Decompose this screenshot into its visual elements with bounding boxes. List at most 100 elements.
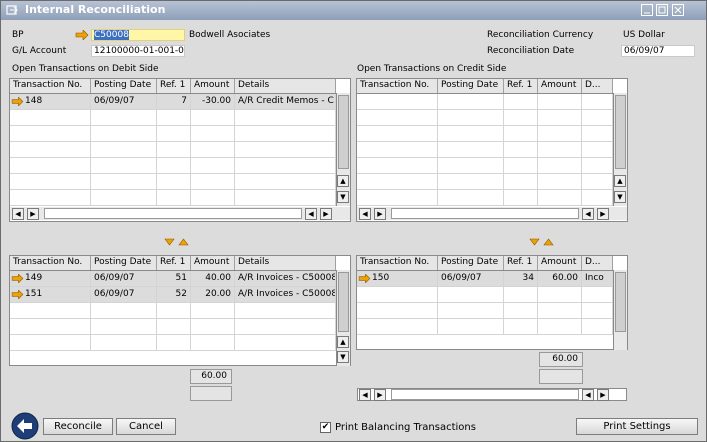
cell-details: A/R Invoices - C50008 bbox=[235, 271, 336, 286]
col-ref1[interactable]: Ref. 1 bbox=[504, 256, 538, 270]
table-row[interactable]: 148 06/09/07 7 -30.00 A/R Credit Memos -… bbox=[10, 94, 336, 110]
scroll-right-button[interactable]: ▶ bbox=[597, 208, 609, 220]
gl-account-field[interactable]: 12100000-01-001-01 bbox=[91, 45, 185, 57]
close-button[interactable] bbox=[672, 4, 684, 16]
scroll-right-button[interactable]: ▶ bbox=[27, 208, 39, 220]
col-details[interactable]: Details bbox=[235, 256, 336, 270]
row-arrow-icon bbox=[11, 290, 24, 299]
table-row[interactable]: 149 06/09/07 51 40.00 A/R Invoices - C50… bbox=[10, 271, 336, 287]
credit-side-title: Open Transactions on Credit Side bbox=[357, 64, 507, 74]
table-row[interactable] bbox=[357, 142, 613, 158]
table-row[interactable] bbox=[357, 303, 613, 319]
cell-details: A/R Invoices - C50008 bbox=[235, 287, 336, 302]
scroll-up-button[interactable]: ▲ bbox=[614, 175, 626, 187]
scroll-right-button[interactable]: ▶ bbox=[374, 389, 386, 401]
table-row[interactable] bbox=[357, 126, 613, 142]
col-posting-date[interactable]: Posting Date bbox=[91, 256, 157, 270]
scroll-left-button[interactable]: ◀ bbox=[12, 208, 24, 220]
table-row[interactable] bbox=[10, 110, 336, 126]
print-settings-button[interactable]: Print Settings bbox=[576, 418, 698, 435]
col-transaction-no[interactable]: Transaction No. bbox=[357, 256, 438, 270]
col-ref1[interactable]: Ref. 1 bbox=[504, 79, 538, 93]
debit-selected-vscrollbar[interactable]: ▲ ▼ bbox=[336, 270, 350, 366]
table-row[interactable] bbox=[10, 174, 336, 190]
credit-vertical-scrollbar[interactable]: ▲ ▼ bbox=[613, 93, 627, 206]
scroll-left-button[interactable]: ◀ bbox=[359, 389, 371, 401]
scroll-thumb[interactable] bbox=[391, 208, 579, 219]
table-row[interactable] bbox=[357, 158, 613, 174]
col-details[interactable]: D... bbox=[582, 256, 613, 270]
cell-ref1: 51 bbox=[157, 271, 191, 286]
scroll-down-button[interactable]: ▼ bbox=[337, 191, 349, 203]
minimize-button[interactable] bbox=[641, 4, 653, 16]
scroll-down-button[interactable]: ▼ bbox=[614, 191, 626, 203]
scroll-thumb[interactable] bbox=[338, 95, 349, 169]
credit-selected-hscrollbar[interactable]: ◀ ▶ ◀ ▶ bbox=[357, 388, 627, 401]
reconciliation-date-field[interactable]: 06/09/07 bbox=[621, 45, 695, 57]
scroll-right-button[interactable]: ▶ bbox=[374, 208, 386, 220]
col-amount[interactable]: Amount bbox=[191, 79, 235, 93]
table-row[interactable] bbox=[357, 110, 613, 126]
table-row[interactable] bbox=[10, 158, 336, 174]
scroll-left-button[interactable]: ◀ bbox=[582, 208, 594, 220]
scroll-thumb[interactable] bbox=[44, 208, 302, 219]
table-row[interactable] bbox=[10, 319, 336, 335]
scroll-up-button[interactable]: ▲ bbox=[337, 336, 349, 348]
debit-horizontal-scrollbar[interactable]: ◀ ▶ ◀ ▶ bbox=[10, 207, 350, 220]
table-row[interactable]: 150 06/09/07 34 60.00 Inco bbox=[357, 271, 613, 287]
move-arrows-debit[interactable] bbox=[164, 238, 190, 247]
scroll-left-button[interactable]: ◀ bbox=[582, 389, 594, 401]
col-details[interactable]: Details bbox=[235, 79, 336, 93]
col-posting-date[interactable]: Posting Date bbox=[91, 79, 157, 93]
table-row[interactable] bbox=[10, 190, 336, 206]
print-balancing-label: Print Balancing Transactions bbox=[335, 422, 476, 433]
col-transaction-no[interactable]: Transaction No. bbox=[357, 79, 438, 93]
internal-reconciliation-window: Internal Reconciliation BP C50008 Bodwel… bbox=[0, 0, 707, 442]
scroll-right-button[interactable]: ▶ bbox=[320, 208, 332, 220]
col-amount[interactable]: Amount bbox=[191, 256, 235, 270]
col-amount[interactable]: Amount bbox=[538, 256, 582, 270]
col-posting-date[interactable]: Posting Date bbox=[438, 256, 504, 270]
col-transaction-no[interactable]: Transaction No. bbox=[10, 79, 91, 93]
move-arrows-credit[interactable] bbox=[529, 238, 555, 247]
col-posting-date[interactable]: Posting Date bbox=[438, 79, 504, 93]
col-ref1[interactable]: Ref. 1 bbox=[157, 256, 191, 270]
title-bar[interactable]: Internal Reconciliation bbox=[1, 1, 706, 20]
scroll-left-button[interactable]: ◀ bbox=[359, 208, 371, 220]
scroll-thumb[interactable] bbox=[615, 95, 626, 169]
debit-vertical-scrollbar[interactable]: ▲ ▼ bbox=[336, 93, 350, 206]
table-row[interactable]: 151 06/09/07 52 20.00 A/R Invoices - C50… bbox=[10, 287, 336, 303]
bp-code-value: C50008 bbox=[94, 30, 129, 40]
table-row[interactable] bbox=[357, 190, 613, 206]
reconcile-button[interactable]: Reconcile bbox=[43, 418, 113, 435]
scroll-thumb[interactable] bbox=[615, 272, 626, 332]
scroll-down-button[interactable]: ▼ bbox=[337, 351, 349, 363]
credit-selected-vscrollbar[interactable] bbox=[613, 270, 627, 350]
table-row[interactable] bbox=[357, 319, 613, 335]
table-row[interactable] bbox=[10, 126, 336, 142]
maximize-button[interactable] bbox=[656, 4, 668, 16]
link-arrow-icon[interactable] bbox=[75, 30, 89, 40]
table-row[interactable] bbox=[357, 94, 613, 110]
scroll-thumb[interactable] bbox=[391, 389, 579, 400]
table-row[interactable] bbox=[10, 335, 336, 351]
col-transaction-no[interactable]: Transaction No. bbox=[10, 256, 91, 270]
back-icon[interactable] bbox=[11, 412, 39, 440]
col-details[interactable]: D... bbox=[582, 79, 613, 93]
bp-code-field[interactable]: C50008 bbox=[91, 29, 185, 41]
col-ref1[interactable]: Ref. 1 bbox=[157, 79, 191, 93]
row-arrow-icon bbox=[11, 274, 24, 283]
table-row[interactable] bbox=[357, 287, 613, 303]
table-row[interactable] bbox=[10, 142, 336, 158]
scroll-left-button[interactable]: ◀ bbox=[305, 208, 317, 220]
col-amount[interactable]: Amount bbox=[538, 79, 582, 93]
print-balancing-checkbox[interactable]: ✔ bbox=[320, 422, 331, 433]
credit-horizontal-scrollbar[interactable]: ◀ ▶ ◀ ▶ bbox=[357, 207, 627, 220]
table-row[interactable] bbox=[10, 303, 336, 319]
table-row[interactable] bbox=[357, 174, 613, 190]
cell-ref1: 7 bbox=[157, 94, 191, 109]
scroll-thumb[interactable] bbox=[338, 272, 349, 332]
cancel-button[interactable]: Cancel bbox=[116, 418, 176, 435]
scroll-up-button[interactable]: ▲ bbox=[337, 175, 349, 187]
scroll-right-button[interactable]: ▶ bbox=[597, 389, 609, 401]
